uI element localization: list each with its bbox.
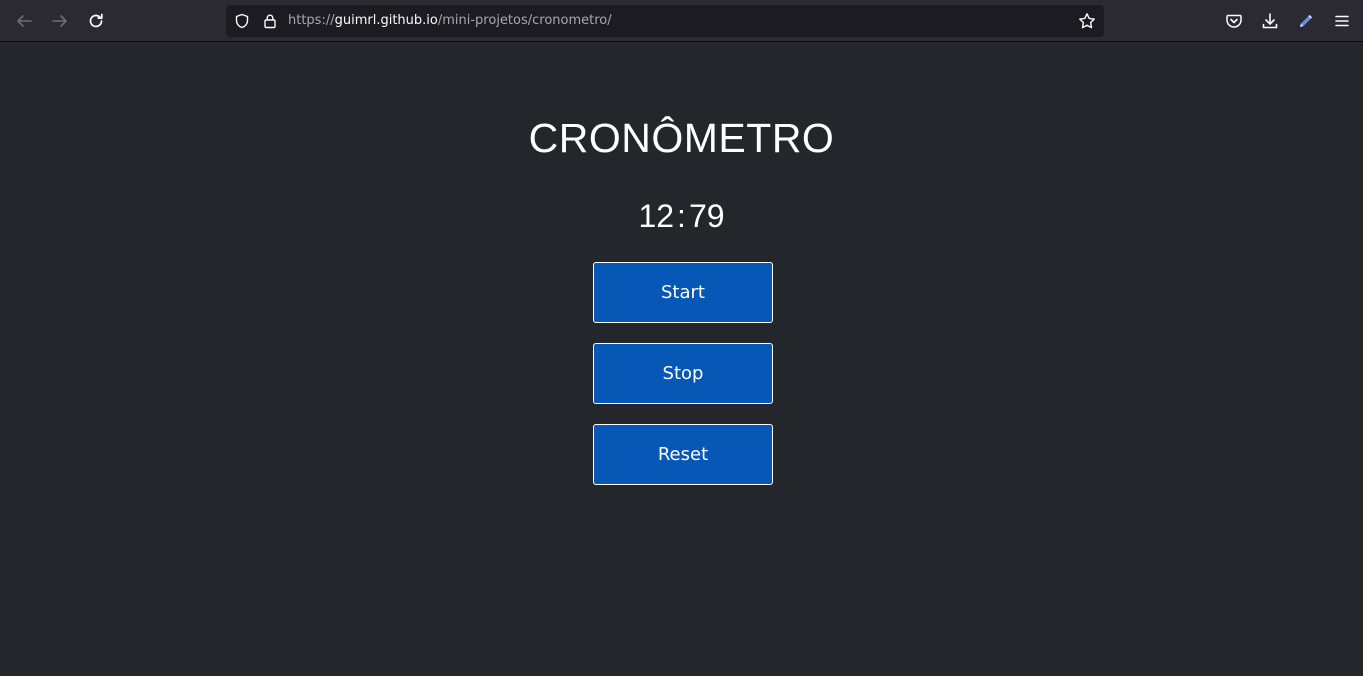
reload-icon[interactable] bbox=[82, 7, 110, 35]
page-content: CRONÔMETRO 12:79 Start Stop Reset bbox=[0, 42, 1363, 676]
reset-button[interactable]: Reset bbox=[593, 424, 773, 485]
browser-toolbar: https://guimrl.github.io/mini-projetos/c… bbox=[0, 0, 1363, 42]
timer-separator: : bbox=[677, 198, 686, 234]
stop-button[interactable]: Stop bbox=[593, 343, 773, 404]
page-title: CRONÔMETRO bbox=[528, 115, 835, 161]
url-domain: guimrl.github.io bbox=[334, 13, 438, 28]
url-path: /mini-projetos/cronometro/ bbox=[437, 13, 612, 28]
star-icon[interactable] bbox=[1077, 11, 1097, 31]
timer-display: 12:79 bbox=[0, 197, 1363, 235]
shield-icon[interactable] bbox=[232, 11, 252, 31]
timer-seconds: 79 bbox=[688, 198, 725, 234]
hamburger-menu-icon[interactable] bbox=[1328, 7, 1356, 35]
download-icon[interactable] bbox=[1256, 7, 1284, 35]
url-text[interactable]: https://guimrl.github.io/mini-projetos/c… bbox=[288, 13, 612, 29]
start-button[interactable]: Start bbox=[593, 262, 773, 323]
forward-arrow-icon[interactable] bbox=[46, 7, 74, 35]
pen-icon[interactable] bbox=[1292, 7, 1320, 35]
lock-icon[interactable] bbox=[260, 11, 280, 31]
back-arrow-icon[interactable] bbox=[10, 7, 38, 35]
url-bar[interactable]: https://guimrl.github.io/mini-projetos/c… bbox=[226, 5, 1104, 37]
timer-minutes: 12 bbox=[638, 198, 675, 234]
url-scheme: https:// bbox=[288, 13, 335, 28]
pocket-icon[interactable] bbox=[1220, 7, 1248, 35]
